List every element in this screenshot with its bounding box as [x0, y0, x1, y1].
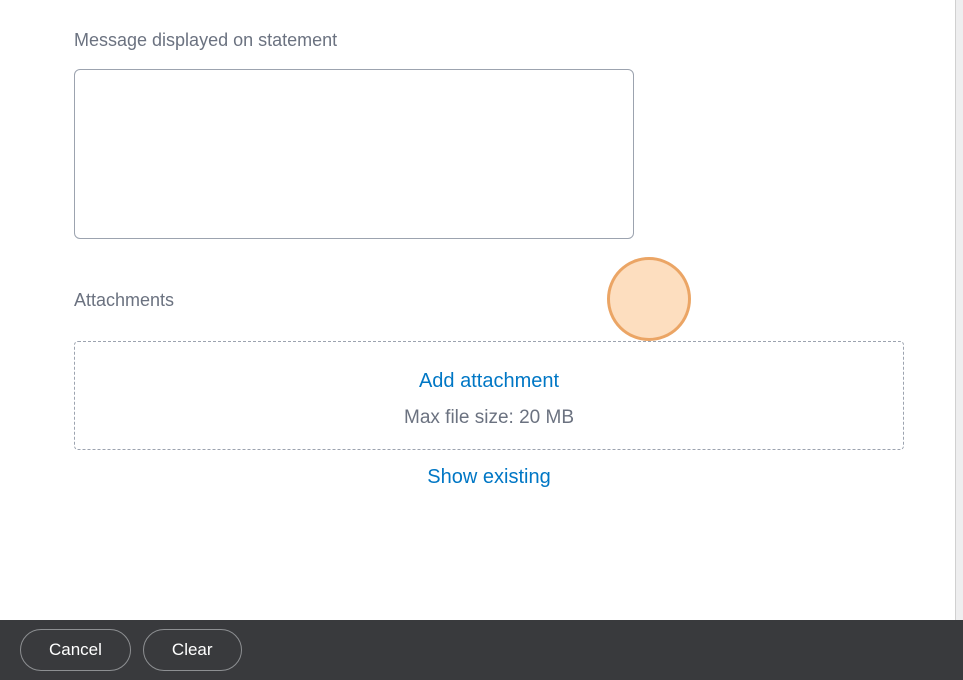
- cancel-button[interactable]: Cancel: [20, 629, 131, 671]
- max-file-size-text: Max file size: 20 MB: [75, 407, 903, 429]
- message-label: Message displayed on statement: [74, 30, 889, 51]
- right-divider: [955, 0, 963, 620]
- add-attachment-link[interactable]: Add attachment: [419, 370, 559, 393]
- attachments-label: Attachments: [74, 290, 889, 311]
- message-textarea[interactable]: [74, 69, 634, 239]
- footer-bar: Cancel Clear: [0, 620, 963, 680]
- show-existing-link[interactable]: Show existing: [427, 466, 550, 489]
- clear-button[interactable]: Clear: [143, 629, 242, 671]
- attachment-dropzone[interactable]: Add attachment Max file size: 20 MB: [74, 341, 904, 450]
